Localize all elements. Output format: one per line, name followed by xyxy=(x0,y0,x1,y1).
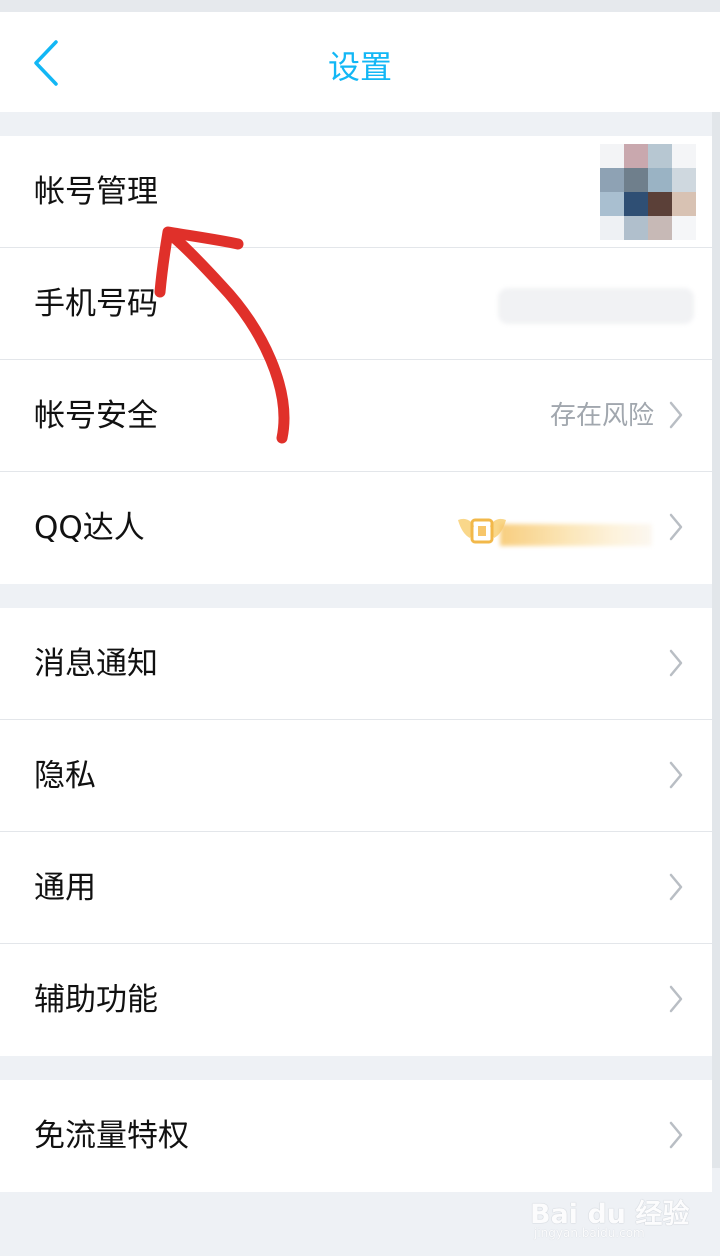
red-annotation-arrow xyxy=(154,226,290,444)
baidu-jingyan-watermark: Bai du 经验 jingyan.baidu.com xyxy=(530,1192,689,1248)
list-item-label: 帐号管理 xyxy=(34,174,158,210)
list-item-qq-talent[interactable]: QQ达人 xyxy=(0,472,712,584)
chevron-right-icon xyxy=(669,649,683,677)
list-item-label: 辅助功能 xyxy=(34,982,158,1018)
list-item-label: QQ达人 xyxy=(34,510,145,546)
scrollbar[interactable] xyxy=(712,112,720,1168)
list-item-label: 手机号码 xyxy=(34,286,158,322)
list-item-phone-number[interactable]: 手机号码 xyxy=(0,248,712,360)
chevron-right-icon xyxy=(669,761,683,789)
account-security-status: 存在风险 xyxy=(549,401,654,431)
qq-talent-badge xyxy=(456,510,652,550)
list-item-label: 免流量特权 xyxy=(34,1118,189,1154)
list-item-accessibility[interactable]: 辅助功能 xyxy=(0,944,712,1056)
list-item-account-management[interactable]: 帐号管理 xyxy=(0,136,712,248)
list-item-label: 帐号安全 xyxy=(34,398,158,434)
general-settings-group: 消息通知 隐私 通用 辅助功能 xyxy=(0,608,712,1056)
phone-number-value xyxy=(498,288,694,324)
list-item-general[interactable]: 通用 xyxy=(0,832,712,944)
list-item-label: 消息通知 xyxy=(34,646,158,682)
chevron-right-icon xyxy=(669,873,683,901)
status-bar xyxy=(0,0,720,12)
chevron-right-icon xyxy=(669,513,683,541)
list-item-privacy[interactable]: 隐私 xyxy=(0,720,712,832)
privilege-settings-group: 免流量特权 xyxy=(0,1080,712,1192)
account-settings-group: 帐号管理 手机号码 帐号安全 存在风险 QQ达人 xyxy=(0,136,712,584)
list-item-label: 通用 xyxy=(34,870,96,906)
list-item-data-free-privilege[interactable]: 免流量特权 xyxy=(0,1080,712,1192)
watermark-url: jingyan.baidu.com xyxy=(534,1226,645,1240)
avatar xyxy=(600,144,696,240)
nav-bar: 设置 xyxy=(0,12,720,112)
chevron-right-icon xyxy=(669,1121,683,1149)
chevron-right-icon xyxy=(669,401,683,429)
list-item-label: 隐私 xyxy=(34,758,96,794)
chevron-right-icon xyxy=(669,985,683,1013)
page-title: 设置 xyxy=(327,48,392,86)
list-item-message-notifications[interactable]: 消息通知 xyxy=(0,608,712,720)
list-item-account-security[interactable]: 帐号安全 存在风险 xyxy=(0,360,712,472)
